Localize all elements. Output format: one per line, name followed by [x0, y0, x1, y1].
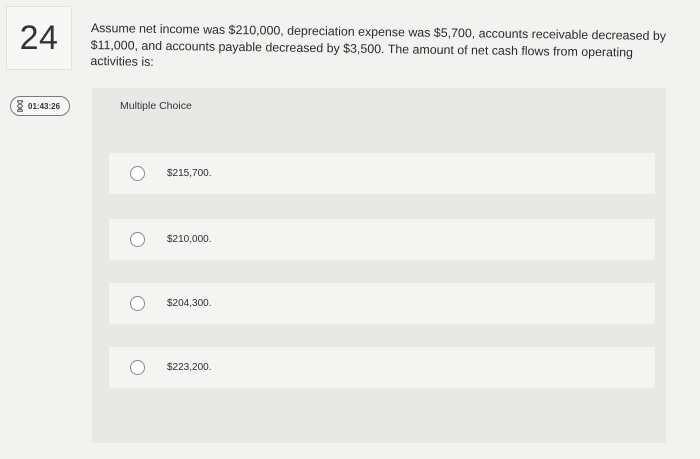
- multiple-choice-panel: Multiple Choice $215,700. $210,000. $204…: [92, 88, 666, 443]
- answer-option-label: $223,200.: [167, 362, 212, 373]
- question-number-box: 24: [6, 6, 72, 70]
- hourglass-icon: [17, 100, 23, 112]
- multiple-choice-header: Multiple Choice: [120, 100, 192, 112]
- timer-badge[interactable]: 01:43:26: [10, 96, 70, 116]
- answer-option-label: $204,300.: [167, 298, 212, 309]
- answer-option[interactable]: $223,200.: [109, 347, 655, 388]
- radio-button[interactable]: [130, 296, 145, 311]
- answer-option[interactable]: $215,700.: [109, 153, 655, 194]
- radio-button[interactable]: [130, 360, 145, 375]
- radio-button[interactable]: [130, 166, 145, 181]
- answer-option[interactable]: $210,000.: [109, 219, 655, 260]
- radio-button[interactable]: [130, 232, 145, 247]
- answer-option[interactable]: $204,300.: [109, 283, 655, 324]
- question-number: 24: [19, 18, 59, 57]
- timer-value: 01:43:26: [28, 101, 61, 111]
- question-text: Assume net income was $210,000, deprecia…: [90, 20, 667, 69]
- answer-option-label: $215,700.: [167, 168, 212, 179]
- answer-option-label: $210,000.: [167, 234, 212, 245]
